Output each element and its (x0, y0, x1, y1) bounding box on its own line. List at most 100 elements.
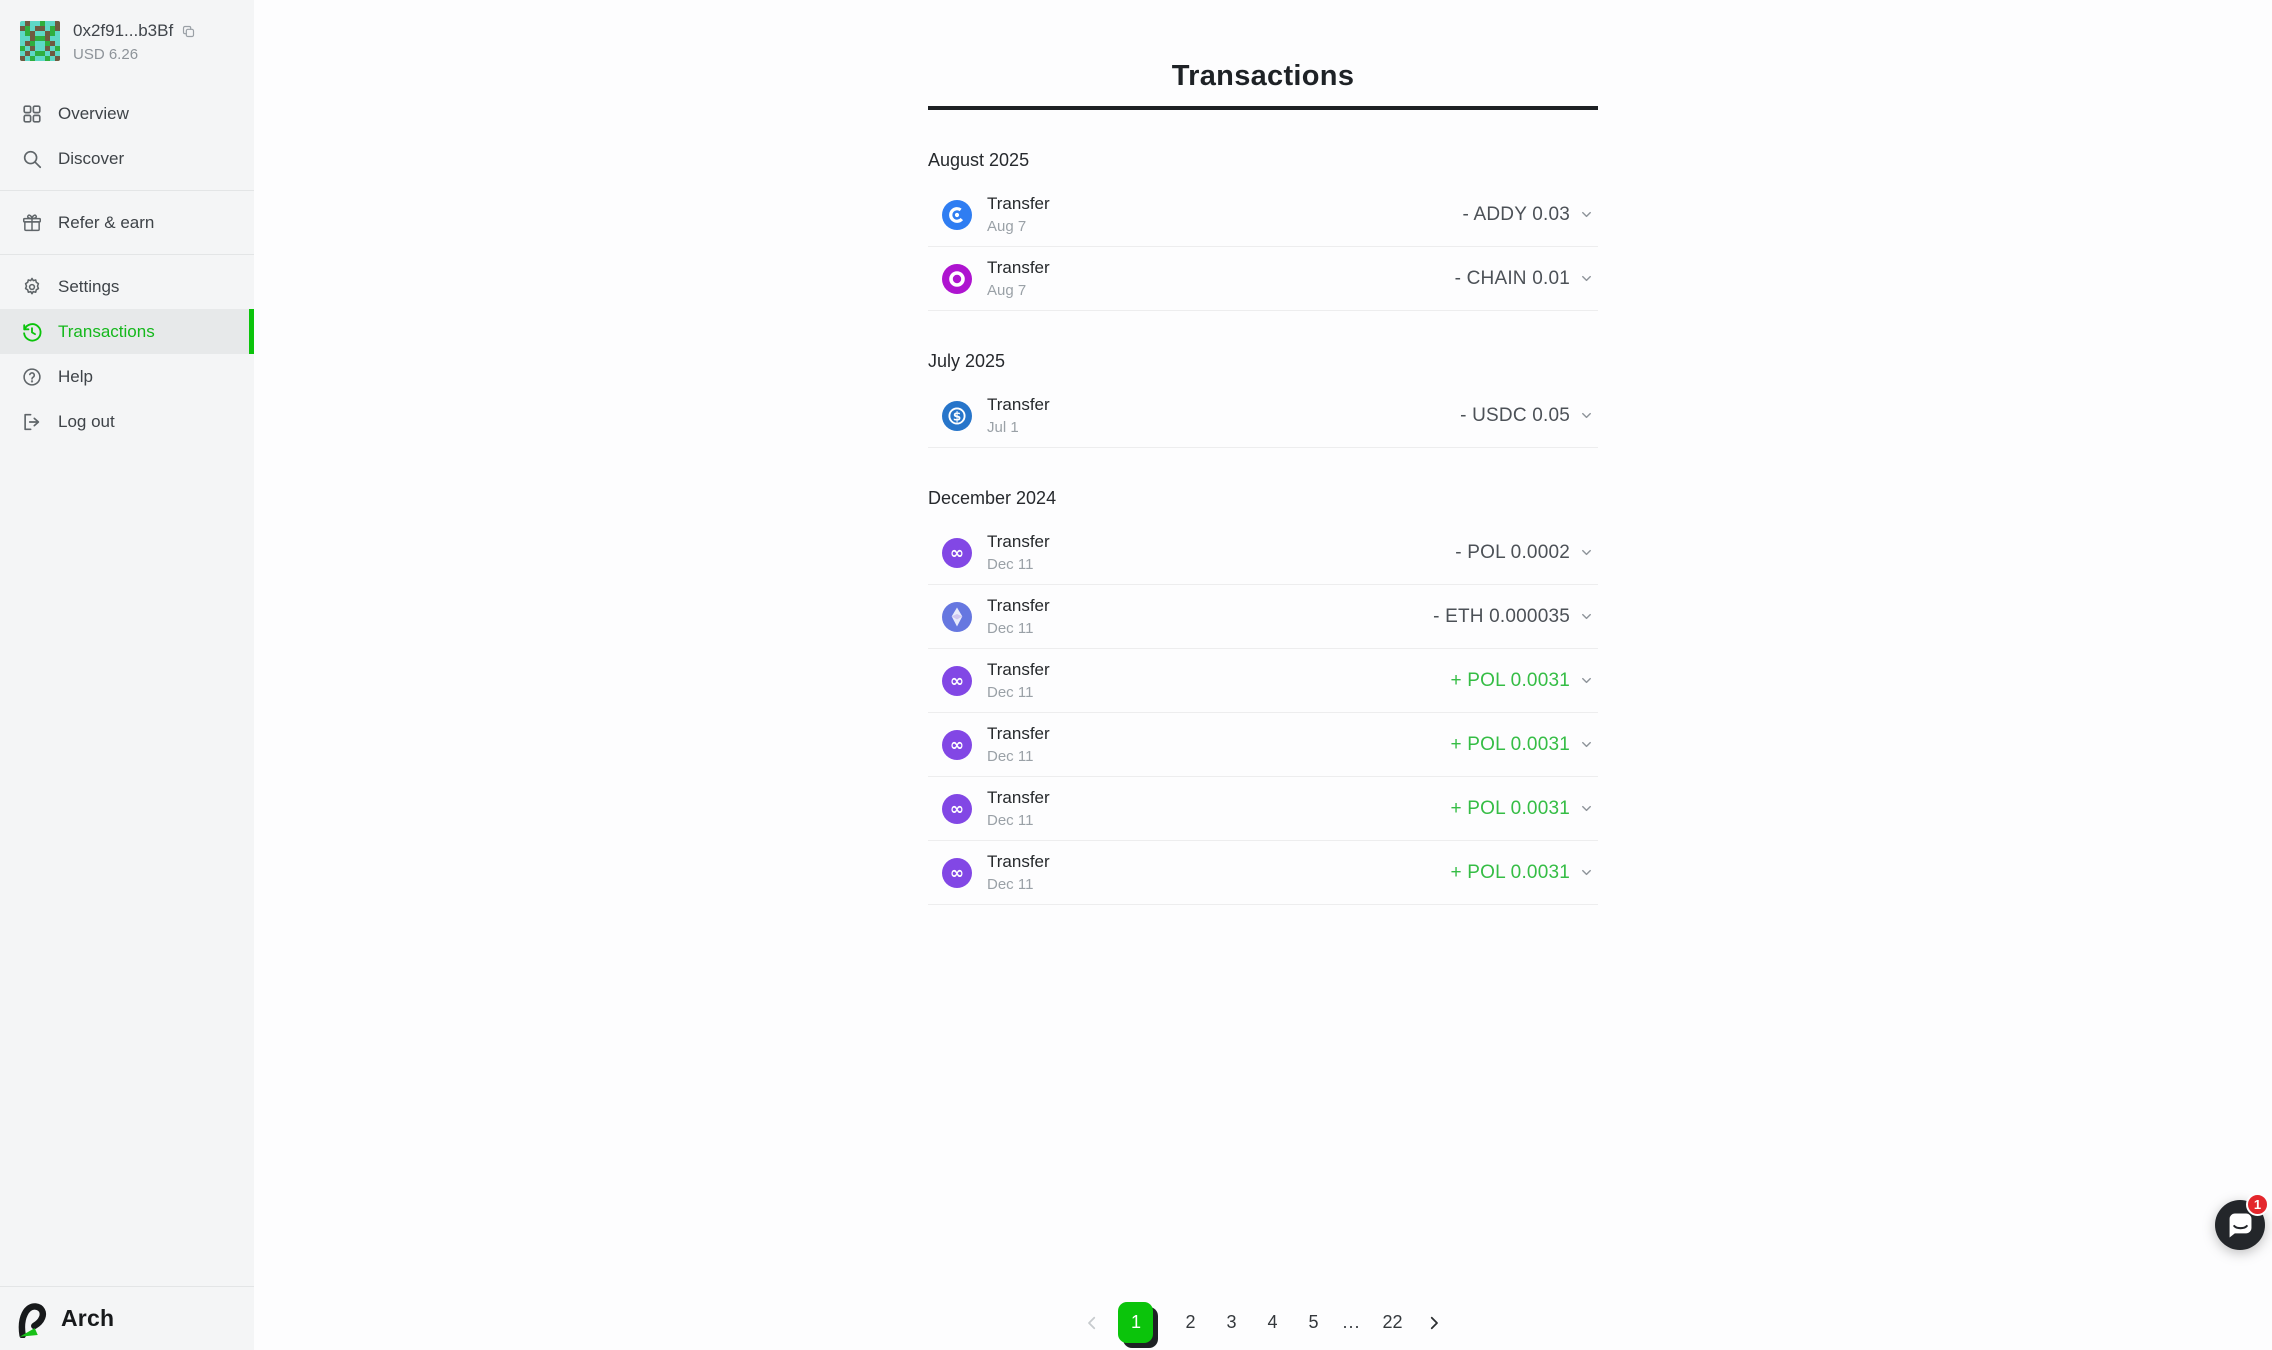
sidebar-item-label: Overview (58, 104, 129, 124)
pol-token-icon: ∞ (942, 794, 972, 824)
sidebar-item-label: Log out (58, 412, 115, 432)
month-label: December 2024 (928, 488, 1598, 509)
eth-token-icon (942, 602, 972, 632)
chevron-down-icon[interactable] (1579, 609, 1594, 624)
gear-icon (21, 276, 43, 298)
pagination-next-button[interactable] (1425, 1314, 1443, 1332)
transaction-type: Transfer (987, 532, 1050, 552)
chevron-down-icon[interactable] (1579, 545, 1594, 560)
transaction-amount: - ETH 0.000035 (1433, 606, 1570, 628)
svg-text:∞: ∞ (950, 671, 964, 691)
transaction-type: Transfer (987, 724, 1050, 744)
transaction-month-group: July 2025 $ Transfer Jul 1 - USDC 0.05 (928, 351, 1598, 448)
pagination-page-5[interactable]: 5 (1301, 1302, 1325, 1343)
pol-token-icon: ∞ (942, 538, 972, 568)
transaction-row[interactable]: $ Transfer Jul 1 - USDC 0.05 (928, 384, 1598, 448)
account-header[interactable]: 0x2f91...b3Bf USD 6.26 (0, 0, 254, 63)
page-title: Transactions (928, 60, 1598, 110)
transaction-row[interactable]: ∞ Transfer Dec 11 + POL 0.0031 (928, 841, 1598, 905)
pagination-prev-button[interactable] (1083, 1314, 1101, 1332)
transaction-date: Aug 7 (987, 282, 1050, 299)
svg-text:∞: ∞ (950, 863, 964, 883)
chevron-down-icon[interactable] (1579, 737, 1594, 752)
gift-icon (21, 212, 43, 234)
transaction-date: Jul 1 (987, 419, 1050, 436)
transaction-row[interactable]: Transfer Aug 7 - CHAIN 0.01 (928, 247, 1598, 311)
transaction-row[interactable]: Transfer Aug 7 - ADDY 0.03 (928, 183, 1598, 247)
transaction-amount: - CHAIN 0.01 (1455, 268, 1570, 290)
transaction-date: Dec 11 (987, 620, 1050, 637)
transaction-date: Dec 11 (987, 556, 1050, 573)
pagination-page-1[interactable]: 1 (1118, 1302, 1153, 1343)
sidebar-item-label: Discover (58, 149, 124, 169)
sidebar-item-help[interactable]: Help (0, 354, 254, 399)
pagination-page-4[interactable]: 4 (1260, 1302, 1284, 1343)
transaction-amount: - POL 0.0002 (1455, 542, 1570, 564)
month-label: August 2025 (928, 150, 1598, 171)
transaction-amount: + POL 0.0031 (1451, 670, 1570, 692)
pagination: 12345... 22 (254, 1302, 2272, 1343)
pol-token-icon: ∞ (942, 858, 972, 888)
chevron-down-icon[interactable] (1579, 271, 1594, 286)
app-root: 0x2f91...b3Bf USD 6.26 Overview Discover… (0, 0, 2272, 1350)
svg-text:∞: ∞ (950, 543, 964, 563)
pagination-page-3[interactable]: 3 (1219, 1302, 1243, 1343)
pol-token-icon: ∞ (942, 666, 972, 696)
transaction-date: Aug 7 (987, 218, 1050, 235)
main-area: Transactions August 2025 Transfer Aug 7 … (254, 0, 2272, 1350)
transaction-date: Dec 11 (987, 684, 1050, 701)
pagination-page-2[interactable]: 2 (1178, 1302, 1202, 1343)
help-icon (21, 366, 43, 388)
transaction-row[interactable]: ∞ Transfer Dec 11 - POL 0.0002 (928, 521, 1598, 585)
transaction-type: Transfer (987, 596, 1050, 616)
transaction-amount: + POL 0.0031 (1451, 862, 1570, 884)
chevron-down-icon[interactable] (1579, 673, 1594, 688)
sidebar-item-label: Help (58, 367, 93, 387)
pagination-ellipsis: ... (1342, 1312, 1360, 1333)
svg-text:$: $ (953, 409, 961, 423)
chat-badge: 1 (2246, 1193, 2269, 1216)
copy-icon[interactable] (181, 24, 196, 39)
transaction-row[interactable]: Transfer Dec 11 - ETH 0.000035 (928, 585, 1598, 649)
chevron-down-icon[interactable] (1579, 408, 1594, 423)
transaction-month-group: December 2024 ∞ Transfer Dec 11 - POL 0.… (928, 488, 1598, 905)
account-balance: USD 6.26 (73, 46, 196, 63)
chevron-down-icon[interactable] (1579, 801, 1594, 816)
transaction-type: Transfer (987, 788, 1050, 808)
transaction-row[interactable]: ∞ Transfer Dec 11 + POL 0.0031 (928, 713, 1598, 777)
arch-logo-icon (14, 1300, 52, 1338)
sidebar-nav: Overview Discover Refer & earn Settings … (0, 91, 254, 444)
sidebar-footer: Arch (0, 1286, 254, 1350)
sidebar-item-discover[interactable]: Discover (0, 136, 254, 181)
sidebar-item-overview[interactable]: Overview (0, 91, 254, 136)
transaction-row[interactable]: ∞ Transfer Dec 11 + POL 0.0031 (928, 649, 1598, 713)
usdc-token-icon: $ (942, 401, 972, 431)
pol-token-icon: ∞ (942, 730, 972, 760)
svg-text:∞: ∞ (950, 735, 964, 755)
chain-token-icon (942, 264, 972, 294)
transaction-type: Transfer (987, 395, 1050, 415)
sidebar-item-label: Settings (58, 277, 119, 297)
sidebar-item-transactions[interactable]: Transactions (0, 309, 254, 354)
sidebar: 0x2f91...b3Bf USD 6.26 Overview Discover… (0, 0, 254, 1350)
logout-icon (21, 411, 43, 433)
transaction-row[interactable]: ∞ Transfer Dec 11 + POL 0.0031 (928, 777, 1598, 841)
transaction-date: Dec 11 (987, 876, 1050, 893)
transaction-amount: + POL 0.0031 (1451, 798, 1570, 820)
addy-token-icon (942, 200, 972, 230)
wallet-address: 0x2f91...b3Bf (73, 21, 173, 41)
sidebar-item-settings[interactable]: Settings (0, 264, 254, 309)
pagination-page-22[interactable]: 22 (1377, 1302, 1407, 1343)
chat-launcher[interactable]: 1 (2215, 1200, 2265, 1250)
grid-icon (21, 103, 43, 125)
transaction-date: Dec 11 (987, 812, 1050, 829)
chevron-down-icon[interactable] (1579, 207, 1594, 222)
sidebar-divider (0, 190, 254, 191)
chevron-down-icon[interactable] (1579, 865, 1594, 880)
sidebar-item-refer-earn[interactable]: Refer & earn (0, 200, 254, 245)
sidebar-item-label: Refer & earn (58, 213, 154, 233)
month-label: July 2025 (928, 351, 1598, 372)
sidebar-item-label: Transactions (58, 322, 155, 342)
brand-name: Arch (61, 1305, 114, 1332)
sidebar-item-log-out[interactable]: Log out (0, 399, 254, 444)
